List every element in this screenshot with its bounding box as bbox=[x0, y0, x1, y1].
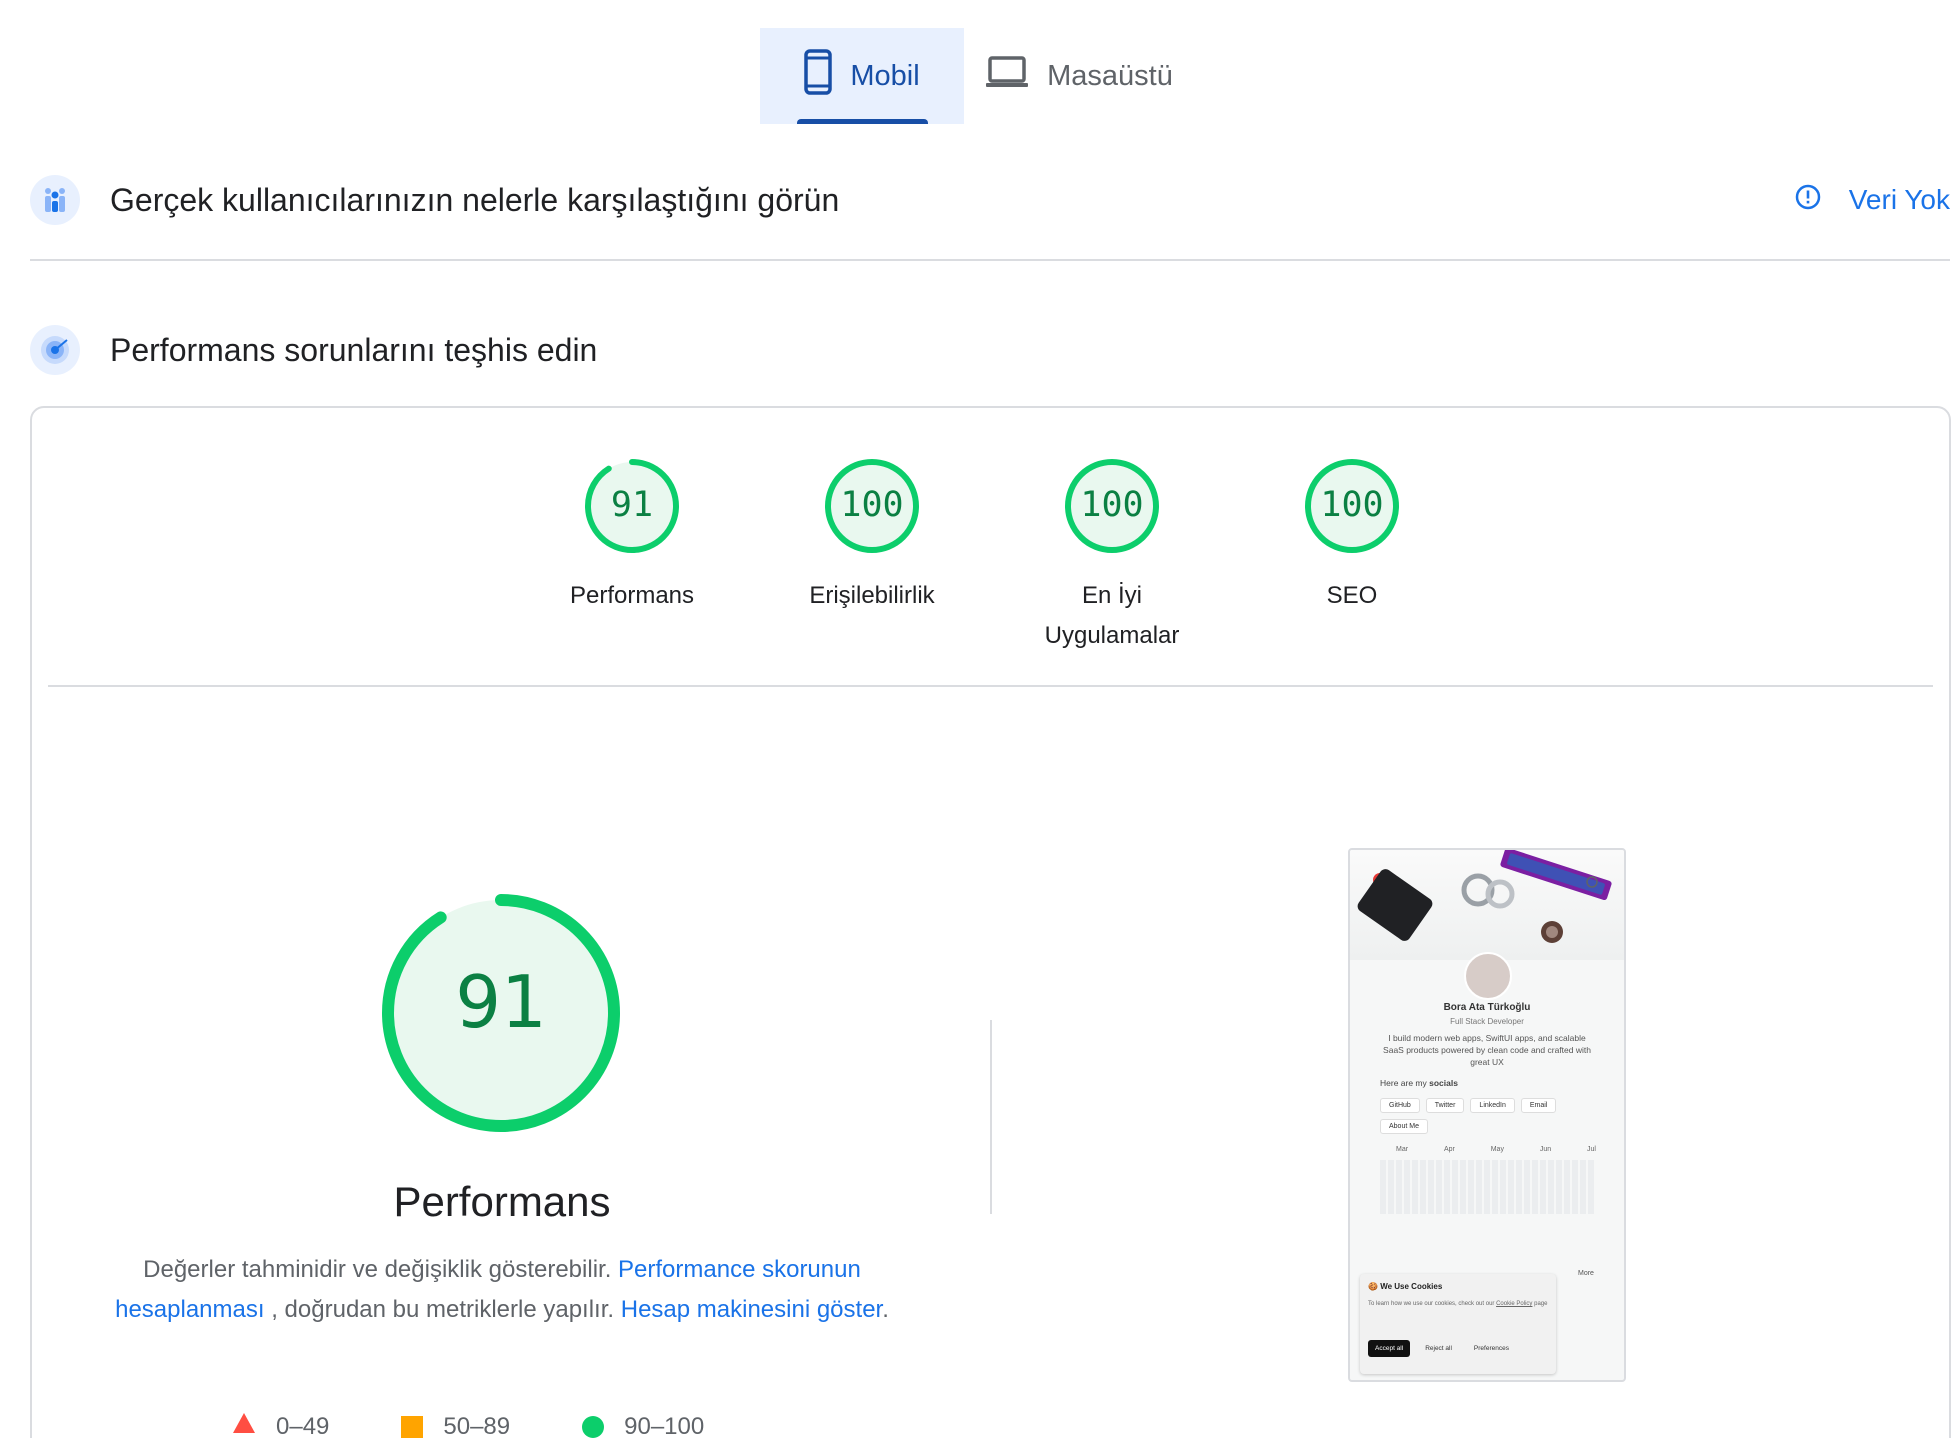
screenshot-cookie-banner: 🍪 We Use Cookies To learn how we use our… bbox=[1360, 1274, 1556, 1374]
screenshot-name: Bora Ata Türkoğlu bbox=[1443, 1002, 1531, 1013]
score-ring: 100 bbox=[824, 458, 920, 554]
screenshot-linkedin-button: LinkedIn bbox=[1470, 1098, 1515, 1113]
field-data-header: Gerçek kullanıcılarınızın nelerle karşıl… bbox=[30, 175, 1950, 225]
tab-mobile-label: Mobil bbox=[850, 59, 920, 92]
field-data-status[interactable]: Veri Yok bbox=[1795, 184, 1950, 217]
score-value: 100 bbox=[1080, 485, 1144, 525]
screenshot-more-label: More bbox=[1578, 1270, 1594, 1277]
cookie-text-body: To learn how we use our cookies, check o… bbox=[1368, 1301, 1495, 1307]
users-chart-icon bbox=[30, 175, 80, 225]
socials-bold: socials bbox=[1429, 1078, 1458, 1088]
section-divider bbox=[30, 259, 1950, 261]
score-ring: 91 bbox=[584, 458, 680, 554]
score-legend: 0–49 50–89 90–100 bbox=[232, 1412, 704, 1438]
square-icon bbox=[401, 1415, 424, 1438]
circle-icon bbox=[582, 1415, 605, 1438]
score-label: Erişilebilirlik bbox=[809, 582, 935, 609]
page-screenshot: Bora Ata Türkoğlu Full Stack Developer I… bbox=[1348, 848, 1626, 1382]
diagnose-title: Performans sorunlarını teşhis edin bbox=[110, 331, 598, 368]
tab-desktop[interactable]: Masaüstü bbox=[964, 28, 1194, 124]
month-label: Jun bbox=[1539, 1146, 1552, 1153]
legend-label-pass: 90–100 bbox=[624, 1412, 705, 1438]
screenshot-email-button: Email bbox=[1520, 1098, 1557, 1113]
cookie-title-text: We Use Cookies bbox=[1380, 1282, 1443, 1291]
score-value: 100 bbox=[1320, 485, 1384, 525]
cookie-text: To learn how we use our cookies, check o… bbox=[1368, 1300, 1554, 1309]
info-icon bbox=[1795, 184, 1821, 217]
month-label: Mar bbox=[1396, 1146, 1409, 1153]
screenshot-aboutme-button: About Me bbox=[1380, 1119, 1428, 1134]
performance-description: Değerler tahminidir ve değişiklik göster… bbox=[102, 1250, 902, 1330]
screenshot-role: Full Stack Developer bbox=[1450, 1017, 1524, 1026]
field-data-title: Gerçek kullanıcılarınızın nelerle karşıl… bbox=[110, 181, 840, 218]
score-gauge-accessibility[interactable]: 100 Erişilebilirlik bbox=[752, 458, 992, 616]
screenshot-socials-heading: Here are my socials bbox=[1380, 1078, 1458, 1088]
legend-label-average: 50–89 bbox=[443, 1412, 511, 1438]
laptop-icon bbox=[985, 55, 1029, 97]
socials-prefix: Here are my bbox=[1380, 1078, 1427, 1088]
field-data-status-label: Veri Yok bbox=[1848, 184, 1950, 215]
performance-title: Performans bbox=[393, 1178, 611, 1225]
cookie-title: 🍪 We Use Cookies bbox=[1368, 1282, 1443, 1291]
description-text: . bbox=[882, 1296, 889, 1323]
screenshot-social-buttons: GitHub Twitter LinkedIn Email About Me bbox=[1380, 1098, 1610, 1134]
screenshot-contrib-graph bbox=[1380, 1160, 1596, 1214]
device-tabs: Mobil Masaüstü bbox=[760, 28, 1194, 124]
cookie-policy-link: Cookie Policy bbox=[1496, 1301, 1533, 1307]
tab-desktop-label: Masaüstü bbox=[1047, 59, 1173, 92]
legend-label-fail: 0–49 bbox=[276, 1412, 330, 1438]
performance-gauge: 91 bbox=[376, 888, 626, 1138]
calculator-link[interactable]: Hesap makinesini göster bbox=[621, 1296, 882, 1323]
cookie-buttons: Accept all Reject all Preferences bbox=[1368, 1340, 1516, 1357]
diagnose-header: Performans sorunlarını teşhis edin bbox=[30, 325, 1950, 375]
cookie-text-page: page bbox=[1534, 1301, 1548, 1307]
screenshot-github-button: GitHub bbox=[1380, 1098, 1420, 1113]
screenshot-contrib-months: Mar Apr May Jun Jul bbox=[1396, 1146, 1596, 1153]
screenshot-bio: I build modern web apps, SwiftUI apps, a… bbox=[1383, 1033, 1591, 1067]
description-text: , doğrudan bu metriklerle yapılır. bbox=[271, 1296, 615, 1323]
screenshot-twitter-button: Twitter bbox=[1425, 1098, 1465, 1113]
score-label: En İyi Uygulamalar bbox=[1044, 582, 1180, 649]
month-label: Apr bbox=[1443, 1146, 1455, 1153]
month-label: May bbox=[1490, 1146, 1504, 1153]
triangle-icon bbox=[232, 1412, 256, 1438]
score-ring: 100 bbox=[1064, 458, 1160, 554]
score-value: 91 bbox=[610, 485, 654, 525]
score-gauge-seo[interactable]: 100 SEO bbox=[1232, 458, 1472, 616]
avatar bbox=[1464, 952, 1512, 1000]
description-text: Değerler tahminidir ve değişiklik göster… bbox=[143, 1256, 612, 1283]
card-divider bbox=[48, 685, 1933, 687]
score-label: Performans bbox=[569, 582, 695, 609]
score-gauge-best-practices[interactable]: 100 En İyi Uygulamalar bbox=[992, 458, 1232, 656]
month-label: Jul bbox=[1587, 1146, 1596, 1153]
cookie-reject-button: Reject all bbox=[1425, 1345, 1452, 1352]
target-icon bbox=[30, 325, 80, 375]
vertical-divider bbox=[990, 1020, 992, 1214]
score-gauge-performance[interactable]: 91 Performans bbox=[512, 458, 752, 616]
cookie-preferences-button: Preferences bbox=[1473, 1345, 1509, 1352]
hero-image bbox=[1350, 850, 1624, 960]
lighthouse-report-card: 91 Performans 100 Erişilebilirlik 100 En… bbox=[30, 406, 1951, 1438]
score-label: SEO bbox=[1326, 582, 1378, 609]
performance-score: 91 bbox=[455, 960, 547, 1044]
cookie-accept-button: Accept all bbox=[1368, 1340, 1411, 1357]
smartphone-icon bbox=[804, 49, 833, 103]
score-value: 100 bbox=[840, 485, 904, 525]
tab-mobile[interactable]: Mobil bbox=[760, 28, 964, 124]
score-ring: 100 bbox=[1304, 458, 1400, 554]
